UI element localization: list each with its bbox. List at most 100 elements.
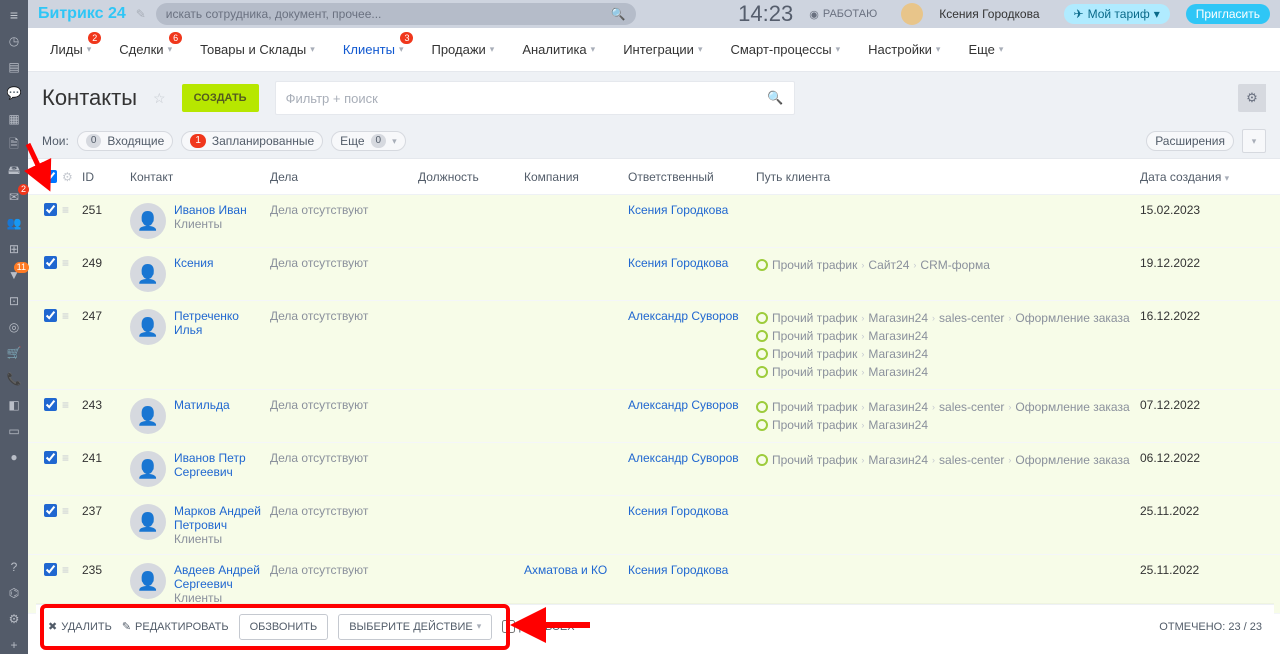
col-date[interactable]: Дата создания ▾ [1140,170,1230,184]
contact-name-link[interactable]: Матильда [174,398,230,412]
tariff-button[interactable]: ✈ Мой тариф ▾ [1064,4,1170,24]
rail-calendar-icon[interactable]: ▦ [5,110,23,128]
col-contact[interactable]: Контакт [130,170,270,184]
call-button[interactable]: ОБЗВОНИТЬ [239,614,329,640]
contact-name-link[interactable]: Ксения [174,256,214,270]
contact-name-link[interactable]: Иванов Иван [174,203,247,217]
nav-Клиенты[interactable]: Клиенты ▾3 [343,42,404,57]
rail-cart-icon[interactable]: 🛒 [5,344,23,362]
rail-help-icon[interactable]: ? [5,558,23,576]
drag-handle-icon[interactable]: ≡ [62,256,82,292]
header-gear-icon[interactable]: ⚙ [62,170,82,184]
row-checkbox[interactable] [44,563,57,576]
delete-button[interactable]: ✖ УДАЛИТЬ [48,620,112,633]
company-cell [524,256,628,292]
drag-handle-icon[interactable]: ≡ [62,309,82,381]
work-status[interactable]: ◉ РАБОТАЮ [809,8,877,21]
col-path[interactable]: Путь клиента [756,170,1140,184]
pencil-icon[interactable]: ✎ [136,7,146,21]
nav-Еще[interactable]: Еще ▾ [968,42,1003,57]
col-deals[interactable]: Дела [270,170,418,184]
panel-gear-icon[interactable]: ⚙ [1238,84,1266,112]
row-checkbox[interactable] [44,256,57,269]
for-all-checkbox[interactable]: ДЛЯ ВСЕХ [502,620,574,633]
nav-Настройки[interactable]: Настройки ▾ [868,42,940,57]
user-name[interactable]: Ксения Городкова [939,7,1039,21]
filter-search[interactable]: Фильтр + поиск 🔍 [275,81,795,115]
rail-dot-icon[interactable]: ● [5,448,23,466]
nav-Лиды[interactable]: Лиды ▾2 [50,42,91,57]
contact-name-link[interactable]: Иванов Петр Сергеевич [174,451,270,479]
row-checkbox[interactable] [44,203,57,216]
contact-name-link[interactable]: Петреченко Илья [174,309,270,337]
nav-Интеграции[interactable]: Интеграции ▾ [623,42,702,57]
rail-sitemap-icon[interactable]: ⌬ [5,584,23,602]
company-cell[interactable]: Ахматова и КО [524,563,628,605]
col-company[interactable]: Компания [524,170,628,184]
responsible-cell[interactable]: Ксения Городкова [628,563,756,605]
choose-action-select[interactable]: ВЫБЕРИТЕ ДЕЙСТВИЕ ▾ [338,614,492,640]
nav-Продажи[interactable]: Продажи ▾ [431,42,494,57]
nav-Сделки[interactable]: Сделки ▾6 [119,42,172,57]
drag-handle-icon[interactable]: ≡ [62,504,82,546]
rail-funnel-icon[interactable]: ▼11 [5,266,23,284]
nav-Смарт-процессы[interactable]: Смарт-процессы ▾ [730,42,840,57]
rail-phone-icon[interactable]: 📞 [5,370,23,388]
rail-tv-icon[interactable]: ▭ [5,422,23,440]
row-checkbox[interactable] [44,398,57,411]
drag-handle-icon[interactable]: ≡ [62,451,82,487]
rail-doc-icon[interactable]: 🗎 [5,136,23,154]
rail-settings-icon[interactable]: ⚙ [5,610,23,628]
create-button[interactable]: СОЗДАТЬ [182,84,259,112]
global-search[interactable]: искать сотрудника, документ, прочее... 🔍 [156,3,636,25]
avatar[interactable] [901,3,923,25]
planned-chip[interactable]: 1Запланированные [181,131,323,151]
drag-handle-icon[interactable]: ≡ [62,398,82,434]
more-chip[interactable]: Еще0 ▾ [331,131,406,151]
contact-name-link[interactable]: Марков Андрей Петрович [174,504,270,532]
extensions-dropdown[interactable]: ▾ [1242,129,1266,153]
edit-button[interactable]: ✎ РЕДАКТИРОВАТЬ [122,620,229,633]
choose-label: ВЫБЕРИТЕ ДЕЙСТВИЕ [349,621,473,633]
drag-handle-icon[interactable]: ≡ [62,563,82,605]
rail-plus-icon[interactable]: + [5,636,23,654]
col-responsible[interactable]: Ответственный [628,170,756,184]
rail-market-icon[interactable]: ⊡ [5,292,23,310]
rail-target-icon[interactable]: ◎ [5,318,23,336]
responsible-cell[interactable]: Александр Суворов [628,451,756,487]
responsible-cell[interactable]: Александр Суворов [628,398,756,434]
table-row: ≡ 241 👤 Иванов Петр Сергеевич Дела отсут… [28,443,1280,496]
rail-clock-icon[interactable]: ◷ [5,32,23,50]
drag-handle-icon[interactable]: ≡ [62,203,82,239]
row-checkbox[interactable] [44,451,57,464]
for-all-input[interactable] [502,620,515,633]
rail-mail-icon[interactable]: ✉2 [5,188,23,206]
rail-group-icon[interactable]: 👥 [5,214,23,232]
filter-search-icon: 🔍 [767,90,783,106]
star-icon[interactable]: ☆ [153,90,166,107]
responsible-cell[interactable]: Ксения Городкова [628,203,756,239]
hamburger-icon[interactable]: ≡ [5,6,23,24]
mine-label: Мои: [42,134,69,148]
rail-robot-icon[interactable]: ◧ [5,396,23,414]
responsible-cell[interactable]: Ксения Городкова [628,256,756,292]
row-checkbox[interactable] [44,309,57,322]
rail-crm-icon[interactable]: ⊞ [5,240,23,258]
responsible-cell[interactable]: Александр Суворов [628,309,756,381]
contact-name-link[interactable]: Авдеев Андрей Сергеевич [174,563,270,591]
rail-feed-icon[interactable]: ▤ [5,58,23,76]
select-all-checkbox[interactable] [44,170,57,183]
rail-chat-icon[interactable]: 💬 [5,84,23,102]
nav-Товары и Склады[interactable]: Товары и Склады ▾ [200,42,315,57]
col-id[interactable]: ID [82,170,130,184]
col-position[interactable]: Должность [418,170,524,184]
rail-drive-icon[interactable]: 🖴 [5,162,23,180]
company-cell [524,309,628,381]
invite-button[interactable]: Пригласить [1186,4,1270,24]
incoming-chip[interactable]: 0Входящие [77,131,173,151]
nav-Аналитика[interactable]: Аналитика ▾ [522,42,595,57]
deals-cell: Дела отсутствуют [270,203,418,239]
extensions-button[interactable]: Расширения [1146,131,1234,151]
row-checkbox[interactable] [44,504,57,517]
responsible-cell[interactable]: Ксения Городкова [628,504,756,546]
